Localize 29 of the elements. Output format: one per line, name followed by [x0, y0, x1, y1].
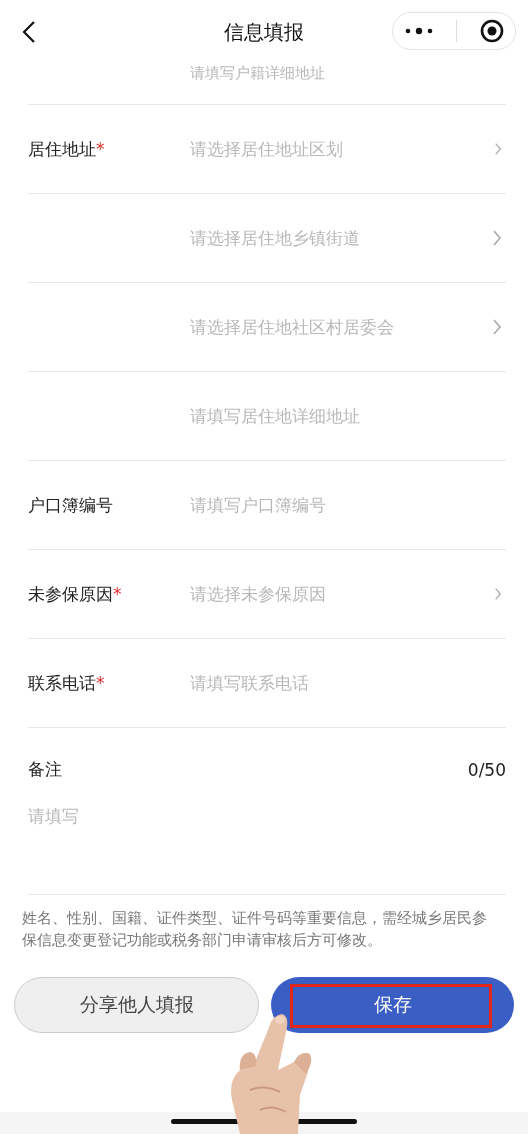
close-icon[interactable]: [479, 19, 504, 43]
chevron-right-icon: [492, 229, 502, 247]
remarks-field[interactable]: 请填写: [28, 805, 506, 828]
required-mark: *: [113, 583, 122, 604]
save-button[interactable]: 保存: [271, 977, 514, 1033]
page-title: 信息填报: [224, 18, 304, 46]
select-field[interactable]: 请选择居住地乡镇街道: [190, 226, 360, 250]
select-field[interactable]: 请选择居住地址区划: [190, 137, 343, 161]
address-placeholder[interactable]: 请填写户籍详细地址: [190, 64, 325, 82]
notice-text: 姓名、性别、国籍、证件类型、证件号码等重要信息，需经城乡居民参保信息变更登记功能或税务部门申请审核后方可修改。: [22, 909, 488, 950]
select-field[interactable]: 请选择居住地社区村居委会: [190, 315, 394, 339]
input-field[interactable]: 请填写户口簿编号: [190, 493, 326, 517]
field-label: 居住地址*: [28, 137, 106, 161]
field-label: 未参保原因*: [28, 582, 123, 606]
char-counter: 0/50: [467, 759, 506, 780]
chevron-right-icon: [494, 587, 502, 601]
field-label: 户口簿编号: [28, 493, 114, 517]
share-button[interactable]: 分享他人填报: [14, 977, 259, 1033]
back-icon[interactable]: [22, 20, 36, 44]
select-field[interactable]: 请选择未参保原因: [190, 582, 326, 606]
required-mark: *: [96, 672, 105, 693]
field-label: 备注: [28, 758, 63, 781]
input-field[interactable]: 请填写联系电话: [190, 671, 309, 695]
required-mark: *: [96, 138, 105, 159]
input-field[interactable]: 请填写居住地详细地址: [190, 404, 360, 428]
chevron-right-icon: [494, 142, 502, 156]
more-icon[interactable]: [404, 26, 435, 36]
chevron-right-icon: [492, 318, 502, 336]
field-label: 联系电话*: [28, 671, 106, 695]
